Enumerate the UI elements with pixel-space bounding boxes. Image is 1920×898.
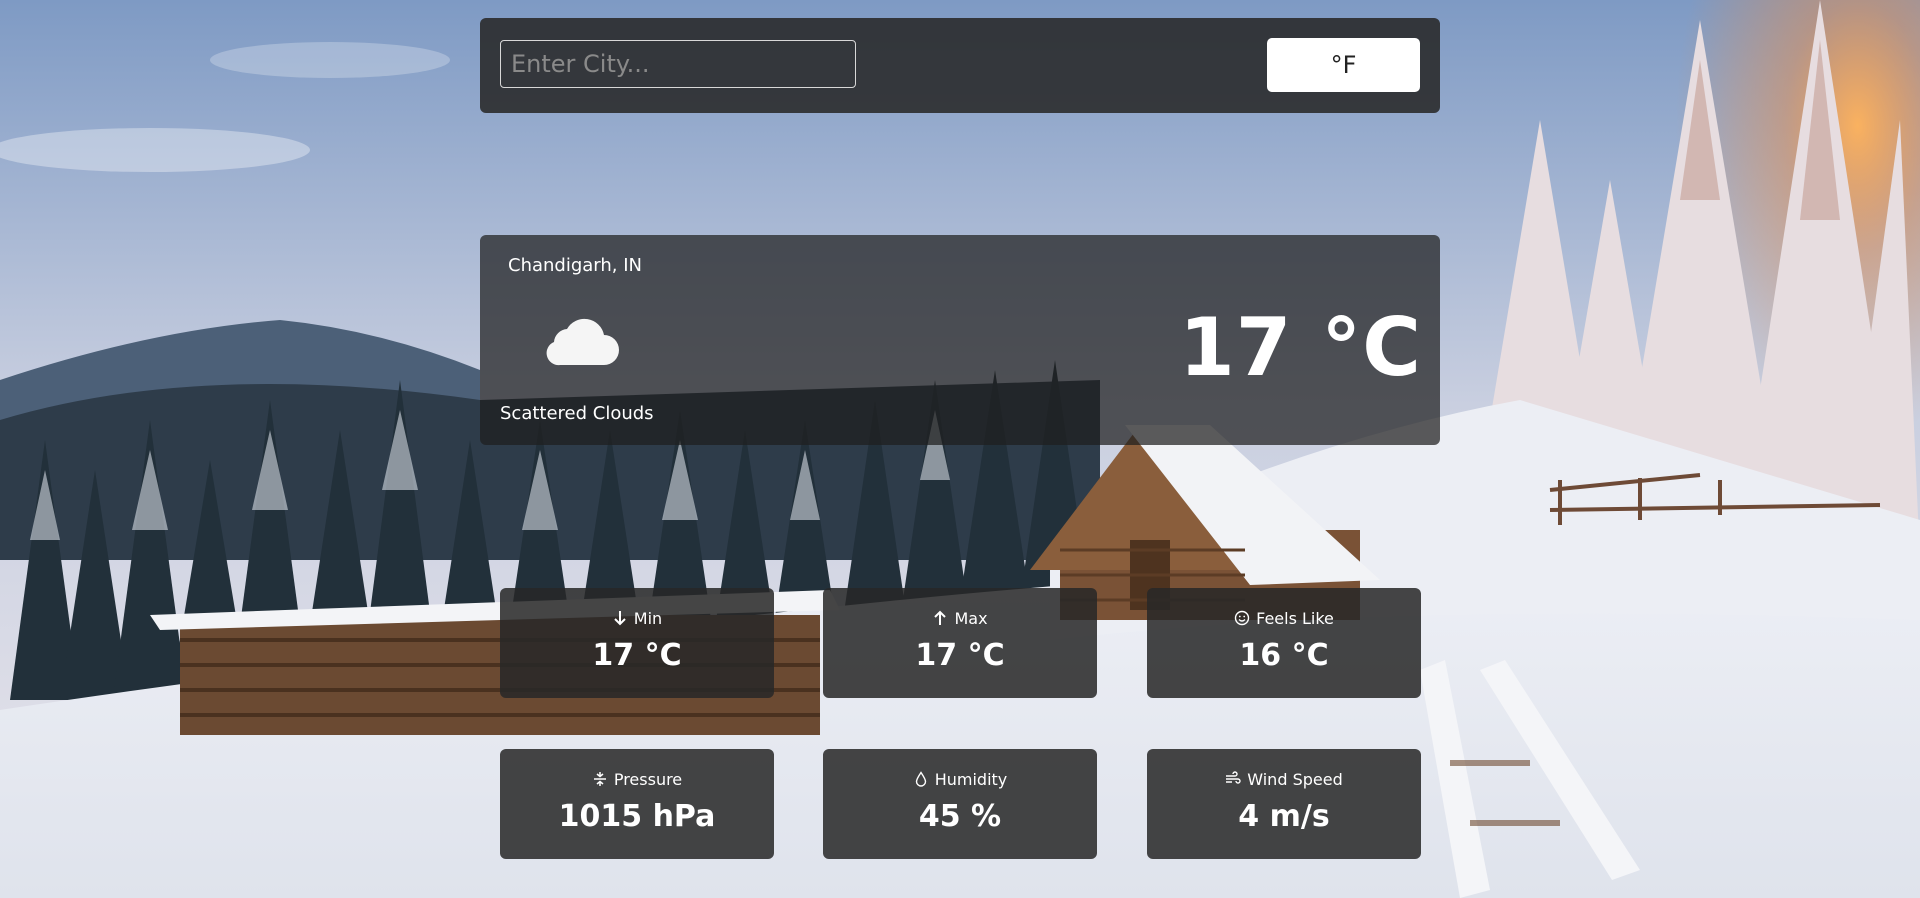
compress-icon [593, 772, 606, 786]
current-weather-card: Chandigarh, IN Scattered Clouds 17 °C [480, 235, 1440, 445]
pressure-label: Pressure [613, 769, 683, 789]
humidity-value: 45 % [918, 799, 1002, 834]
humidity-label: Humidity [934, 769, 1008, 789]
pressure-value: 1015 hPa [558, 799, 716, 834]
wind-speed-value: 4 m/s [1238, 799, 1330, 834]
unit-toggle-button[interactable]: °F [1267, 38, 1420, 92]
max-temp-tile: Max 17 °C [823, 588, 1097, 698]
min-temp-label: Min [633, 608, 663, 628]
wind-speed-label: Wind Speed [1247, 769, 1343, 789]
current-temperature: 17 °C [1179, 301, 1422, 394]
search-panel: °F [480, 18, 1440, 113]
min-temp-tile: Min 17 °C [500, 588, 774, 698]
wind-icon [1226, 771, 1241, 784]
humidity-tile: Humidity 45 % [823, 749, 1097, 859]
location-label: Chandigarh, IN [508, 255, 643, 276]
smile-icon [1234, 610, 1250, 626]
feels-like-value: 16 °C [1239, 638, 1329, 673]
pressure-tile: Pressure 1015 hPa [500, 749, 774, 859]
feels-like-label: Feels Like [1256, 608, 1334, 628]
arrow-up-icon [934, 610, 947, 625]
max-temp-value: 17 °C [915, 638, 1005, 673]
droplet-icon [915, 771, 926, 787]
max-temp-label: Max [954, 608, 988, 628]
arrow-down-icon [614, 611, 626, 626]
wind-speed-tile: Wind Speed 4 m/s [1147, 749, 1421, 859]
cloud-icon [546, 318, 619, 366]
weather-description: Scattered Clouds [500, 403, 654, 424]
feels-like-tile: Feels Like 16 °C [1147, 588, 1421, 698]
min-temp-value: 17 °C [592, 638, 682, 673]
city-search-input[interactable] [500, 40, 856, 88]
